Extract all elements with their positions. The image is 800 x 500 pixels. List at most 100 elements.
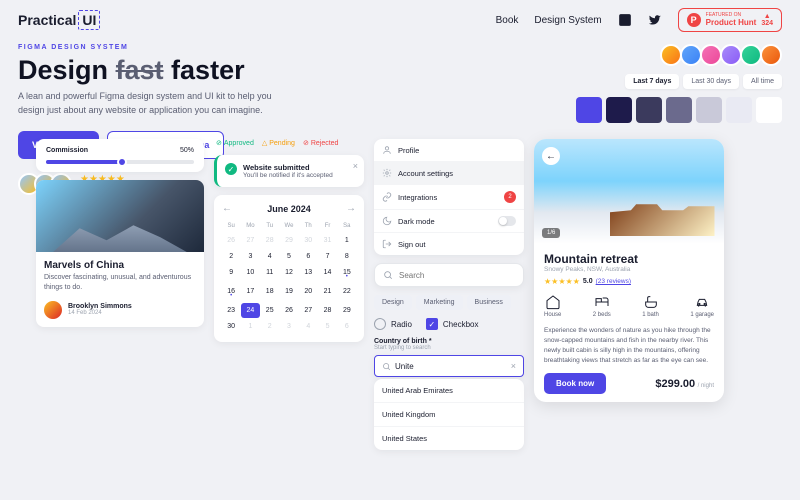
- eyebrow: FIGMA DESIGN SYSTEM: [18, 44, 328, 51]
- cal-day[interactable]: 13: [299, 265, 317, 283]
- settings-menu: Profile Account settings Integrations2 D…: [374, 139, 524, 255]
- swatch[interactable]: [636, 97, 662, 123]
- logo[interactable]: PracticalUI: [18, 12, 100, 28]
- author-name: Brooklyn Simmons: [68, 303, 132, 310]
- nav-design-system[interactable]: Design System: [534, 15, 601, 26]
- search-icon: [382, 362, 391, 371]
- listing-desc: Experience the wonders of nature as you …: [544, 326, 714, 365]
- search-input[interactable]: [399, 271, 515, 280]
- slider-card: Commission50%: [36, 139, 204, 172]
- tag-business[interactable]: Business: [467, 295, 511, 310]
- cal-day[interactable]: 12: [280, 265, 298, 283]
- cal-day[interactable]: 21: [318, 284, 336, 302]
- commission-slider[interactable]: [46, 160, 194, 164]
- swatch[interactable]: [666, 97, 692, 123]
- cal-day[interactable]: 17: [241, 284, 259, 302]
- cal-day[interactable]: 30: [222, 319, 240, 334]
- car-icon: [694, 294, 710, 310]
- image-counter: 1/6: [542, 228, 560, 238]
- cal-day[interactable]: 2: [222, 249, 240, 264]
- book-button[interactable]: Book now: [544, 373, 606, 394]
- option-us[interactable]: United States: [374, 427, 524, 450]
- user-icon: [382, 145, 392, 155]
- linkedin-icon[interactable]: [618, 13, 632, 27]
- tags: Design Marketing Business: [374, 295, 524, 310]
- amenity-bed: 2 beds: [593, 294, 611, 318]
- menu-integrations[interactable]: Integrations2: [374, 185, 524, 210]
- cal-day[interactable]: 23: [222, 303, 240, 318]
- amenity-house: House: [544, 294, 561, 318]
- swatch[interactable]: [696, 97, 722, 123]
- country-input[interactable]: Unite ×: [374, 355, 524, 377]
- media-title: Marvels of China: [44, 260, 196, 271]
- cal-day[interactable]: 6: [299, 249, 317, 264]
- moon-icon: [382, 216, 392, 226]
- tab-30days[interactable]: Last 30 days: [683, 74, 739, 89]
- author-date: 14 Feb 2024: [68, 310, 132, 316]
- cal-day[interactable]: 9: [222, 265, 240, 283]
- cal-day[interactable]: 10: [241, 265, 259, 283]
- cal-day[interactable]: 1: [338, 233, 356, 248]
- check-icon: ✓: [225, 163, 237, 175]
- reviews-link[interactable]: (23 reviews): [596, 278, 631, 285]
- tab-7days[interactable]: Last 7 days: [625, 74, 679, 89]
- nav-book[interactable]: Book: [496, 15, 519, 26]
- clear-icon[interactable]: ×: [511, 361, 516, 371]
- country-dropdown: United Arab Emirates United Kingdom Unit…: [374, 379, 524, 450]
- option-uk[interactable]: United Kingdom: [374, 403, 524, 427]
- cal-day[interactable]: 28: [318, 303, 336, 318]
- cal-day[interactable]: 7: [318, 249, 336, 264]
- cal-day[interactable]: 16: [222, 284, 240, 302]
- cal-day[interactable]: 24: [241, 303, 259, 318]
- tab-alltime[interactable]: All time: [743, 74, 782, 89]
- checkbox[interactable]: ✓: [426, 318, 438, 330]
- cal-day[interactable]: 18: [261, 284, 279, 302]
- menu-dark[interactable]: Dark mode: [374, 210, 524, 233]
- swatch[interactable]: [756, 97, 782, 123]
- cal-day[interactable]: 22: [338, 284, 356, 302]
- cal-day[interactable]: 15: [338, 265, 356, 283]
- search-field[interactable]: [374, 263, 524, 287]
- bath-icon: [643, 294, 659, 310]
- swatch[interactable]: [606, 97, 632, 123]
- media-image: [36, 180, 204, 252]
- cal-prev[interactable]: ←: [222, 203, 232, 214]
- avatar-row: [346, 44, 782, 66]
- menu-account[interactable]: Account settings: [374, 162, 524, 185]
- option-uae[interactable]: United Arab Emirates: [374, 379, 524, 403]
- cal-day[interactable]: 5: [280, 249, 298, 264]
- cal-day[interactable]: 27: [299, 303, 317, 318]
- cal-day[interactable]: 26: [280, 303, 298, 318]
- cal-day[interactable]: 4: [261, 249, 279, 264]
- back-button[interactable]: ←: [542, 147, 560, 165]
- cal-day[interactable]: 25: [261, 303, 279, 318]
- toggle[interactable]: [498, 216, 516, 226]
- toast: ✓ Website submittedYou'll be notified if…: [214, 155, 364, 187]
- swatch[interactable]: [726, 97, 752, 123]
- cal-day[interactable]: 20: [299, 284, 317, 302]
- cal-day[interactable]: 14: [318, 265, 336, 283]
- tag-marketing[interactable]: Marketing: [416, 295, 463, 310]
- cal-next[interactable]: →: [346, 203, 356, 214]
- close-icon[interactable]: ×: [353, 161, 358, 171]
- tag-design[interactable]: Design: [374, 295, 412, 310]
- bed-icon: [594, 294, 610, 310]
- hero-image: ← 1/6: [534, 139, 724, 244]
- cal-month: June 2024: [267, 204, 311, 214]
- radio[interactable]: [374, 318, 386, 330]
- menu-signout[interactable]: Sign out: [374, 233, 524, 255]
- cal-day[interactable]: 29: [338, 303, 356, 318]
- menu-profile[interactable]: Profile: [374, 139, 524, 162]
- media-card[interactable]: Marvels of China Discover fascinating, u…: [36, 180, 204, 327]
- listing-location: Snowy Peaks, NSW, Australia: [544, 266, 714, 273]
- listing-title: Mountain retreat: [544, 252, 714, 266]
- cal-day[interactable]: 3: [241, 249, 259, 264]
- status-pending: △Pending: [262, 139, 295, 147]
- cal-day[interactable]: 11: [261, 265, 279, 283]
- swatch[interactable]: [576, 97, 602, 123]
- product-hunt-badge[interactable]: P Featured onProduct Hunt ▲324: [678, 8, 782, 32]
- cal-day[interactable]: 8: [338, 249, 356, 264]
- twitter-icon[interactable]: [648, 13, 662, 27]
- cal-day[interactable]: 19: [280, 284, 298, 302]
- status-rejected: ⊘Rejected: [303, 139, 339, 147]
